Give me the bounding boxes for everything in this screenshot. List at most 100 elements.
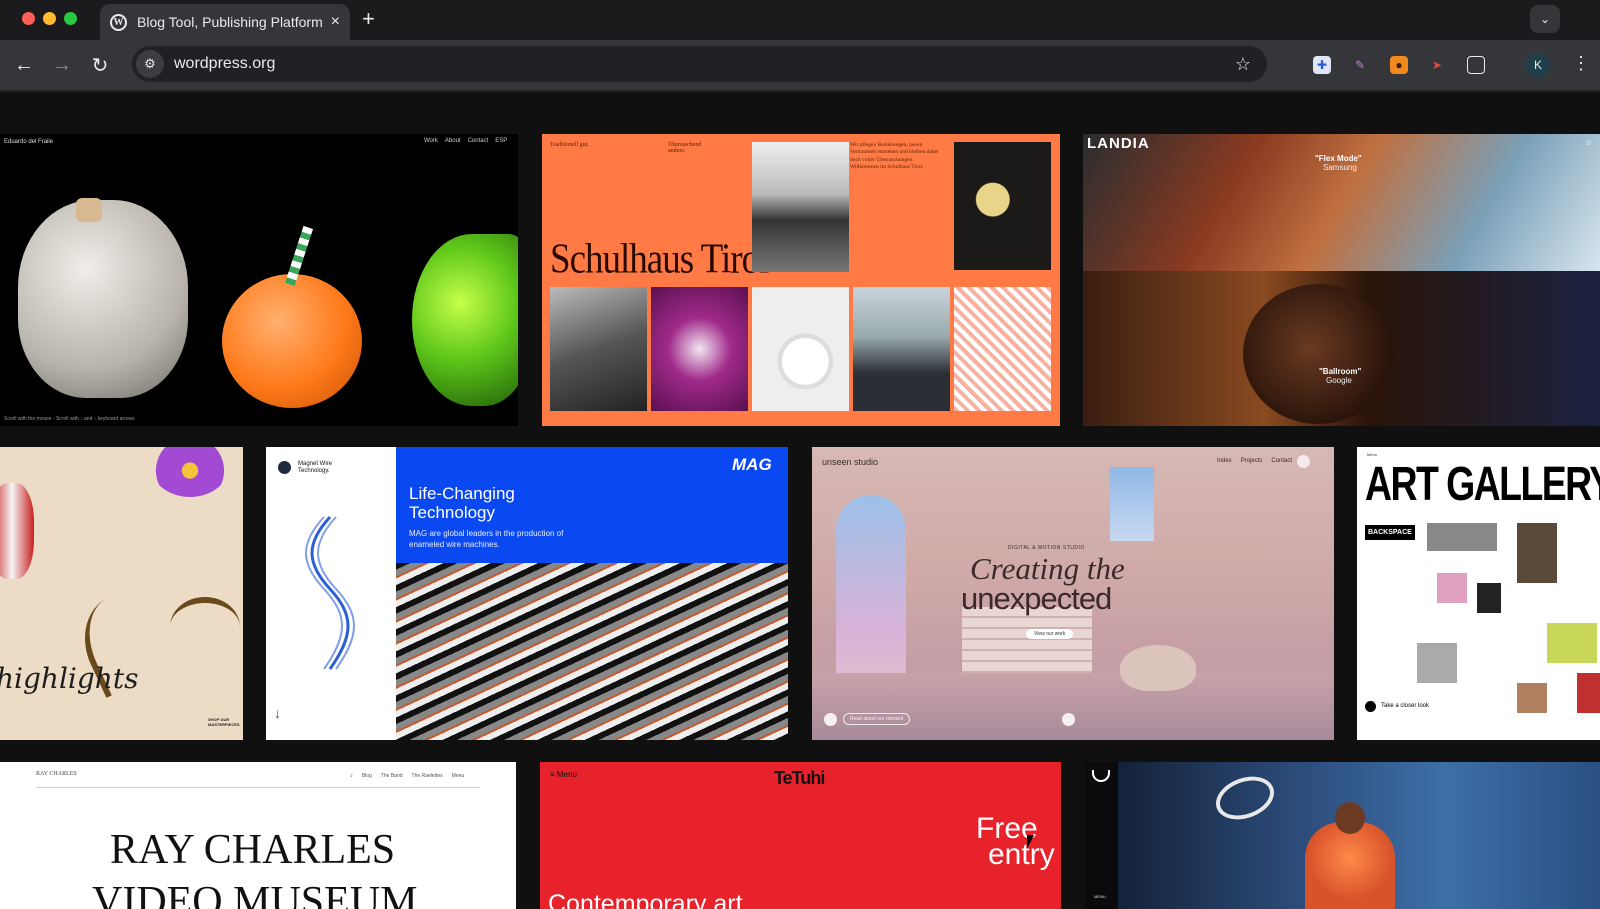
close-window-button[interactable] [22, 12, 35, 25]
project-client-2: Google [1326, 376, 1352, 385]
tab-wordpress[interactable]: W Blog Tool, Publishing Platform × [100, 4, 350, 40]
nav-band[interactable]: The Band [381, 773, 403, 779]
nav-work[interactable]: Work [424, 138, 438, 144]
site-settings-icon[interactable]: ⚙ [136, 50, 164, 78]
nav-index[interactable]: Index [1217, 458, 1232, 464]
hamburger-icon[interactable]: ≡ [1586, 138, 1591, 148]
showcase-card-mag[interactable]: Magnet Wire Technology. ↓ MAG Life-Chang… [266, 447, 788, 740]
showcase-card-landia[interactable]: LANDIA ≡ "Flex Mode" Samsung "Ballroom" … [1083, 134, 1600, 426]
eye-icon [1365, 701, 1376, 712]
backspace-sticker: BACKSPACE [1365, 525, 1415, 540]
menu-dot-button[interactable] [1297, 455, 1310, 468]
highlights-script: highlights [0, 662, 139, 695]
wordpress-icon: W [110, 13, 127, 31]
view-work-button[interactable]: View our work [1026, 629, 1074, 639]
gorilla-bottle-image [18, 200, 188, 398]
nav-projects[interactable]: Projects [1241, 458, 1263, 464]
bookmark-star-icon[interactable]: ☆ [1235, 54, 1251, 75]
orange-image [222, 274, 362, 408]
art-gallery-heading: ART GALLERY [1365, 458, 1600, 511]
nav-blog[interactable]: Blog [362, 773, 372, 779]
tetuhi-menu[interactable]: ≡ Menu [550, 770, 577, 779]
showcase-card-highlights[interactable]: highlights SHOP OUR MASTERPIECES [0, 447, 243, 740]
audio-icon[interactable] [824, 713, 837, 726]
reload-icon[interactable]: ↻ [87, 52, 113, 78]
side-nav [1085, 762, 1118, 909]
headline-line-2: unexpected [961, 581, 1112, 616]
racket-shape [1209, 768, 1281, 828]
browser-menu-icon[interactable]: ⋮ [1572, 53, 1590, 74]
showcase-grid: Eduardo del Fraile Work About Contact ES… [0, 92, 1600, 909]
showcase-card-tetuhi[interactable]: ≡ Menu TeTuhi Free entry Contemporary ar… [540, 762, 1061, 909]
showcase-card-unseen[interactable]: unseen studio Index Projects Contact DIG… [812, 447, 1334, 740]
cabbage-photo [651, 287, 748, 411]
unseen-nav: Index Projects Contact [1217, 458, 1292, 464]
ray-subtitle: VIDEO MUSEUM [92, 879, 418, 909]
nav-esp[interactable]: ESP [495, 138, 507, 144]
schulhaus-headline: Schulhaus Tirol [550, 235, 769, 284]
forward-icon[interactable]: → [49, 52, 75, 78]
mouse-cursor-icon [1027, 835, 1034, 849]
site-name: Eduardo del Fraile [4, 139, 54, 145]
nav-about[interactable]: About [445, 138, 461, 144]
tetuhi-bottom-heading: Contemporary art [548, 890, 743, 909]
nav-contact[interactable]: Contact [468, 138, 489, 144]
player-figure [1305, 822, 1395, 909]
mag-body: MAG are global leaders in the production… [409, 529, 564, 549]
dish-photo [752, 287, 849, 411]
url-text: wordpress.org [174, 55, 276, 72]
showcase-card-ray-charles[interactable]: RAY CHARLES ⌕ Blog The Band The Raelette… [0, 762, 516, 909]
portrait-face [1243, 284, 1393, 424]
header-divider [36, 787, 480, 788]
showcase-card-tennis[interactable]: MENU [1085, 762, 1600, 909]
project-client-1: Samsung [1323, 163, 1357, 172]
shop-link[interactable]: SHOP OUR MASTERPIECES [208, 717, 240, 727]
extension-3-icon[interactable]: ● [1390, 56, 1408, 74]
extension-1-icon[interactable]: ✚ [1313, 56, 1331, 74]
nav-contact[interactable]: Contact [1271, 458, 1292, 464]
waiter-photo [752, 142, 849, 272]
entry-label: entry [988, 838, 1055, 871]
showcase-card-eduardo[interactable]: Eduardo del Fraile Work About Contact ES… [0, 134, 518, 426]
tab-close-icon[interactable]: × [331, 13, 340, 31]
closer-look-link[interactable]: Take a closer look [1381, 703, 1429, 709]
brand-dot-icon [278, 461, 291, 474]
browser-chrome: W Blog Tool, Publishing Platform × + ⌄ ←… [0, 0, 1600, 92]
tetuhi-logo: TeTuhi [774, 768, 825, 788]
maximize-window-button[interactable] [64, 12, 77, 25]
tab-search-button[interactable]: ⌄ [1530, 5, 1560, 33]
back-icon[interactable]: ← [11, 52, 37, 78]
tetuhi-menu-label: Menu [556, 770, 577, 779]
nav-menu[interactable]: Menu [452, 773, 465, 779]
man-photo [853, 287, 950, 411]
rebrand-link[interactable]: Read about our rebrand [843, 713, 911, 725]
ray-title: RAY CHARLES [110, 827, 396, 873]
extensions-puzzle-icon[interactable] [1467, 56, 1485, 74]
wire-squiggle-icon [305, 515, 355, 670]
profile-avatar[interactable]: K [1526, 53, 1550, 77]
down-arrow-icon[interactable]: ↓ [274, 705, 281, 721]
wire-machine-photo [396, 563, 788, 740]
stairs-shape [962, 607, 1092, 677]
chat-icon[interactable] [1062, 713, 1075, 726]
green-apple-image [412, 234, 518, 406]
address-bar[interactable]: ⚙ wordpress.org ☆ [132, 46, 1267, 82]
search-icon[interactable]: ⌕ [350, 773, 353, 779]
scroll-hint: Scroll with the mouse · Scroll with ↓ an… [4, 416, 135, 422]
landia-logo: LANDIA [1087, 135, 1150, 152]
extension-2-icon[interactable]: ✎ [1351, 56, 1369, 74]
showcase-card-schulhaus[interactable]: Traditionell gut. Überraschend anders. W… [542, 134, 1060, 426]
collage-grid [1417, 523, 1600, 713]
tagline-1: Traditionell gut. [550, 142, 589, 148]
checkered-photo [954, 287, 1051, 411]
side-menu-label[interactable]: MENU [1094, 894, 1106, 899]
intro-text: Wir pflegen Beziehungen, lassen Vertraut… [850, 142, 939, 171]
extension-4-icon[interactable]: ➤ [1428, 56, 1446, 74]
minimize-window-button[interactable] [43, 12, 56, 25]
mag-heading: Life-Changing Technology [409, 484, 515, 523]
nav-raelettes[interactable]: The Raelettes [412, 773, 443, 779]
new-tab-button[interactable]: + [362, 6, 375, 32]
purple-flower-illustration [150, 447, 230, 497]
showcase-card-art-gallery[interactable]: Menu ART GALLERY BACKSPACE Take a closer… [1357, 447, 1600, 740]
toolbar: ← → ↻ ⚙ wordpress.org ☆ ✚ ✎ ● ➤ K ⋮ [0, 40, 1600, 90]
